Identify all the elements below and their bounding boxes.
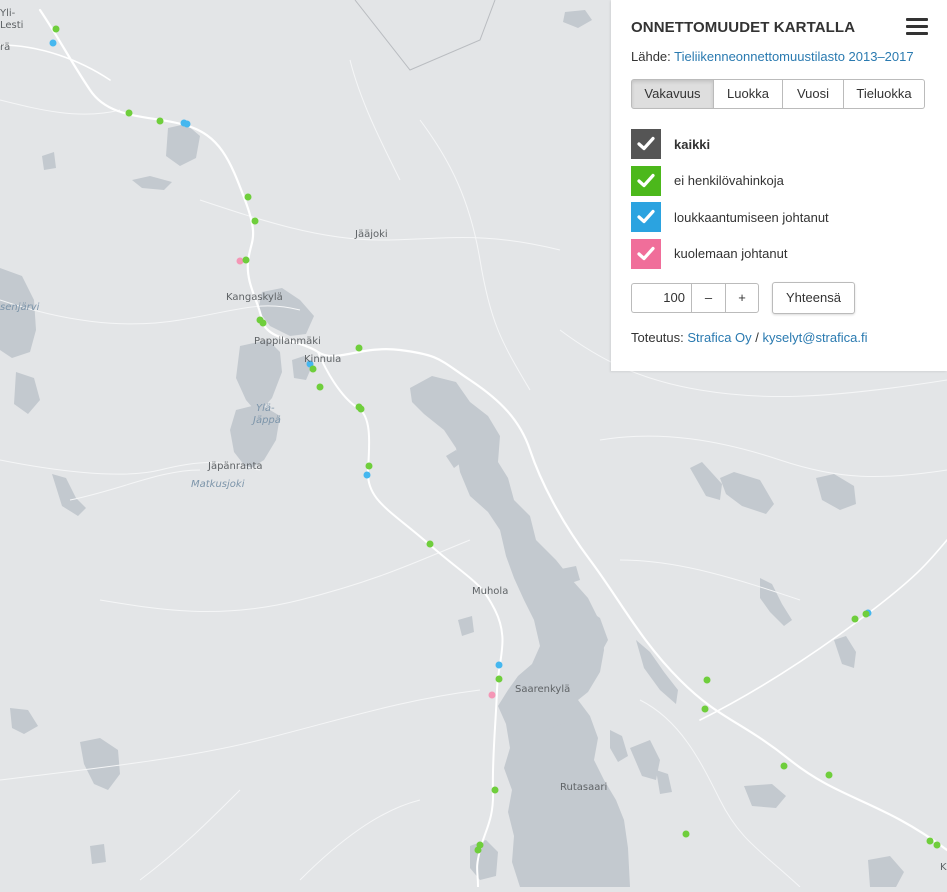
check-icon (637, 136, 655, 151)
accident-marker-green[interactable] (316, 383, 324, 391)
accident-marker-green[interactable] (862, 610, 870, 618)
classification-tabs: Vakavuus Luokka Vuosi Tieluokka (631, 79, 927, 109)
place-label-muhola: Muhola (472, 586, 509, 597)
tab-tieluokka[interactable]: Tieluokka (844, 79, 925, 109)
legend-item-no-injuries[interactable]: ei henkilövahinkoja (631, 165, 927, 196)
source-prefix: Lähde: (631, 49, 675, 64)
email-link[interactable]: kyselyt@strafica.fi (763, 330, 868, 345)
limit-controls: 100 – + Yhteensä (631, 281, 927, 314)
hamburger-menu-icon[interactable] (906, 18, 928, 36)
accident-marker-green[interactable] (495, 675, 503, 683)
accident-marker-green[interactable] (780, 762, 788, 770)
accident-marker-green[interactable] (426, 540, 434, 548)
company-link[interactable]: Strafica Oy (687, 330, 751, 345)
check-icon (637, 173, 655, 187)
place-label-lesti: Lesti (0, 20, 24, 31)
total-button[interactable]: Yhteensä (772, 281, 855, 314)
place-label-ra: rä (0, 42, 11, 53)
tab-vuosi[interactable]: Vuosi (783, 79, 844, 109)
checkbox-no-injuries[interactable] (631, 165, 661, 196)
tab-luokka[interactable]: Luokka (714, 79, 783, 109)
accident-marker-green[interactable] (309, 365, 317, 373)
accident-marker-green[interactable] (926, 837, 934, 845)
water-label-senjarvi: senjärvi (0, 302, 40, 313)
place-label-pappilanmaki: Pappilanmäki (254, 336, 321, 347)
accident-marker-green[interactable] (474, 846, 482, 854)
accident-marker-green[interactable] (259, 319, 267, 327)
accident-marker-blue[interactable] (363, 471, 371, 479)
place-label-kinnula: Kinnula (304, 354, 342, 365)
accident-marker-green[interactable] (365, 462, 373, 470)
accident-marker-pink[interactable] (488, 691, 496, 699)
accident-marker-green[interactable] (357, 405, 365, 413)
accident-marker-green[interactable] (825, 771, 833, 779)
severity-legend: kaikki ei henkilövahinkoja loukkaantumis… (631, 129, 927, 269)
check-icon (637, 246, 655, 260)
accident-marker-blue[interactable] (49, 39, 57, 47)
accident-marker-green[interactable] (701, 705, 709, 713)
tab-vakavuus[interactable]: Vakavuus (631, 79, 714, 109)
accident-marker-green[interactable] (703, 676, 711, 684)
increment-button[interactable]: + (725, 282, 759, 313)
place-label-k: K (940, 862, 947, 873)
accident-marker-blue[interactable] (183, 120, 191, 128)
water-label-yla: Ylä- (256, 403, 275, 414)
legend-label-injury: loukkaantumiseen johtanut (674, 209, 829, 225)
legend-item-injury[interactable]: loukkaantumiseen johtanut (631, 202, 927, 232)
water-label-jappa: Jäppä (253, 415, 281, 426)
source-line: Lähde: Tieliikenneonnettomuustilasto 201… (631, 48, 927, 66)
accident-marker-green[interactable] (491, 786, 499, 794)
credits-separator: / (751, 329, 763, 345)
accident-marker-green[interactable] (851, 615, 859, 623)
accident-marker-green[interactable] (244, 193, 252, 201)
place-label-jaajoki: Jääjoki (355, 229, 388, 240)
source-link[interactable]: Tieliikenneonnettomuustilasto 2013–2017 (674, 49, 913, 64)
check-icon (637, 209, 655, 224)
panel-title: ONNETTOMUUDET KARTALLA (631, 19, 856, 36)
water-label-matkusjoki: Matkusjoki (191, 479, 245, 490)
accident-marker-green[interactable] (251, 217, 259, 225)
accident-marker-green[interactable] (156, 117, 164, 125)
legend-label-kaikki: kaikki (674, 136, 711, 152)
control-panel: ONNETTOMUUDET KARTALLA Lähde: Tieliikenn… (611, 0, 947, 371)
credits-prefix: Toteutus: (631, 329, 688, 345)
checkbox-injury[interactable] (631, 202, 661, 232)
accident-marker-green[interactable] (52, 25, 60, 33)
place-label-yli: Yli- (0, 8, 16, 19)
accident-marker-green[interactable] (125, 109, 133, 117)
limit-input[interactable]: 100 (631, 282, 691, 313)
accident-marker-pink[interactable] (236, 257, 244, 265)
credits-line: Toteutus: Strafica Oy / kyselyt@strafica… (631, 330, 927, 345)
checkbox-fatal[interactable] (631, 238, 661, 269)
accident-marker-green[interactable] (242, 256, 250, 264)
legend-item-kaikki[interactable]: kaikki (631, 129, 927, 159)
decrement-button[interactable]: – (691, 282, 725, 313)
place-label-japanranta: Jäpänranta (208, 461, 263, 472)
accident-marker-green[interactable] (933, 841, 941, 849)
place-label-rutasaari: Rutasaari (560, 782, 608, 793)
accident-marker-green[interactable] (682, 830, 690, 838)
accident-marker-green[interactable] (355, 344, 363, 352)
accident-marker-blue[interactable] (495, 661, 503, 669)
place-label-kangaskyla: Kangaskylä (226, 292, 283, 303)
legend-label-no-injuries: ei henkilövahinkoja (674, 173, 784, 188)
legend-label-fatal: kuolemaan johtanut (674, 246, 788, 261)
place-label-saarenkyla: Saarenkylä (515, 684, 571, 695)
checkbox-kaikki[interactable] (631, 129, 661, 159)
legend-item-fatal[interactable]: kuolemaan johtanut (631, 238, 927, 269)
